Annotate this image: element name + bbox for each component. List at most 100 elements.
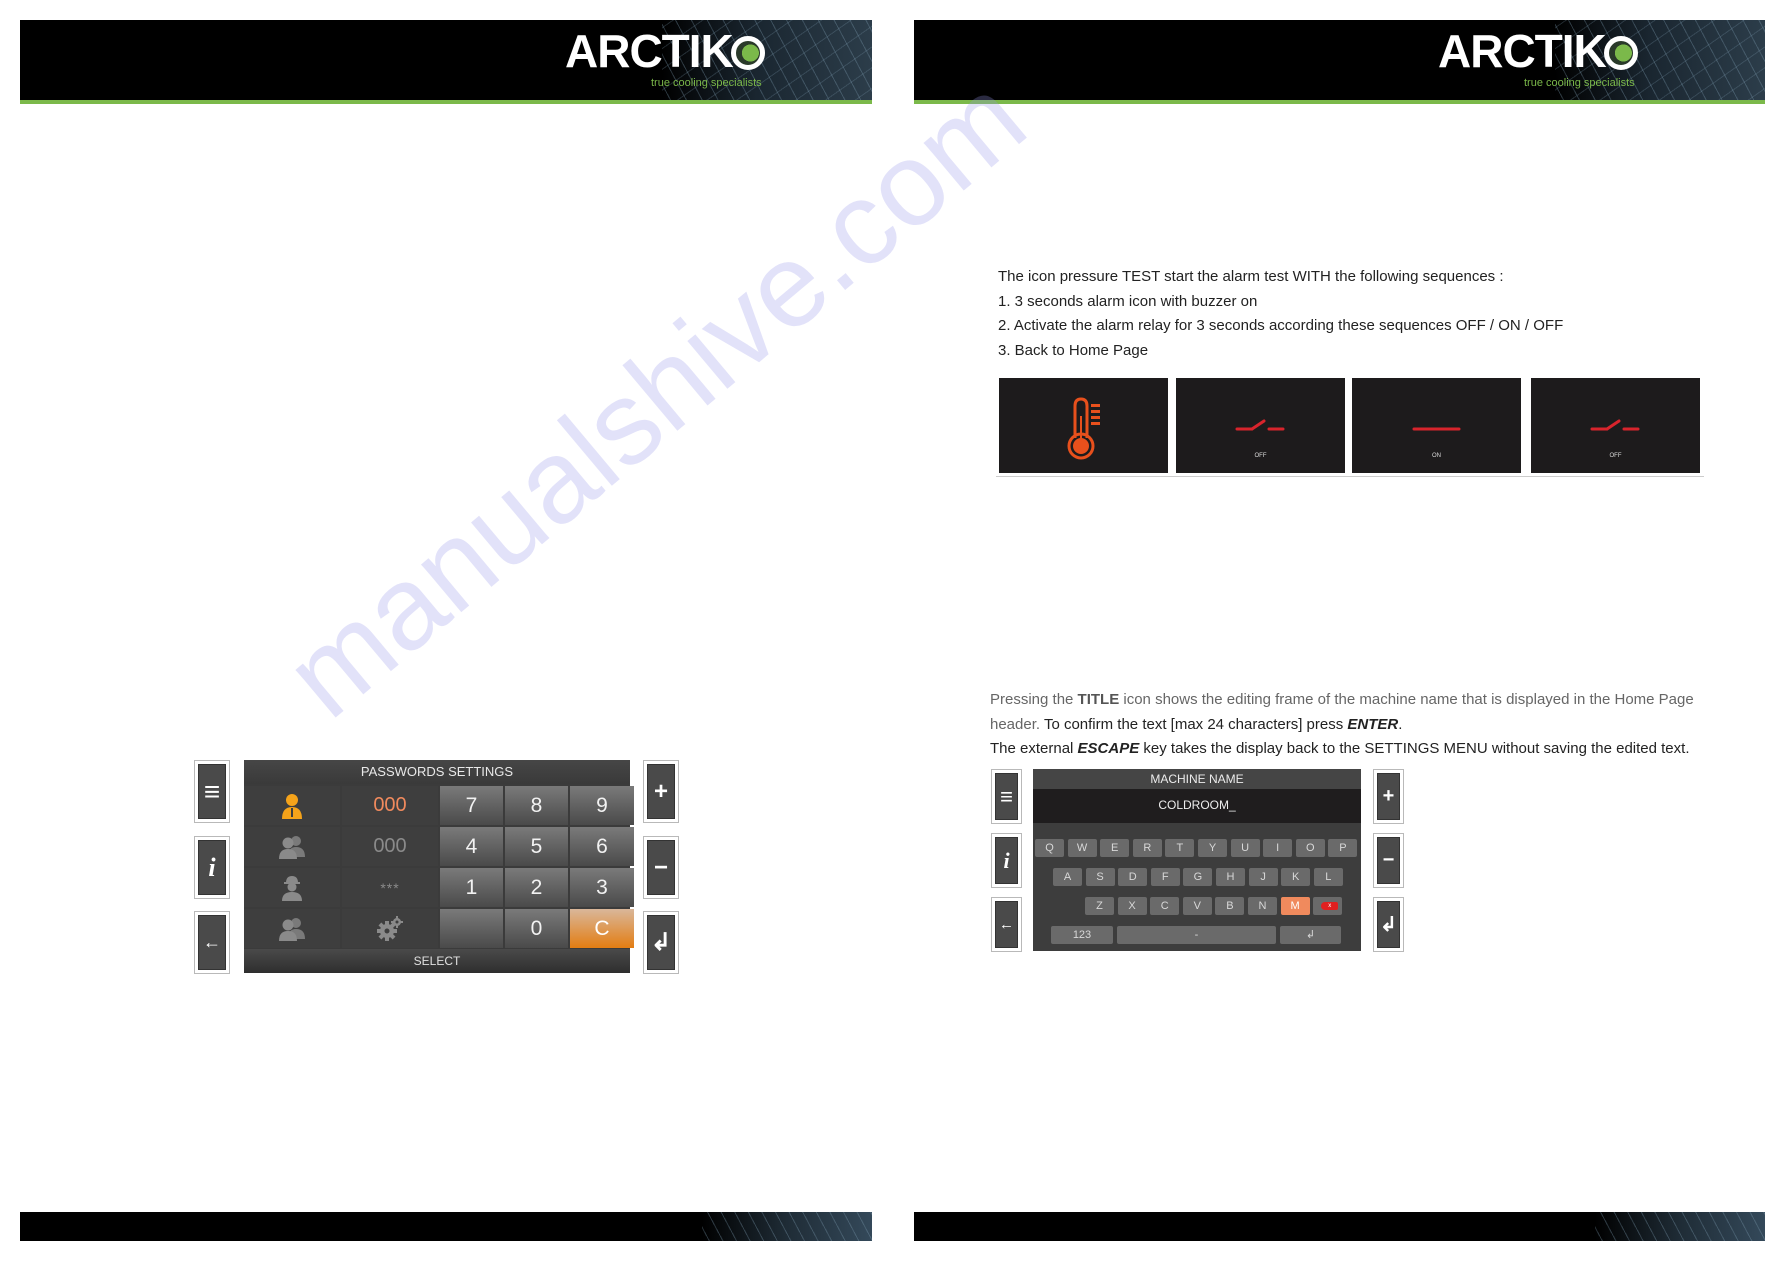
text-span: To confirm the text [max 24 characters] … [1040, 715, 1348, 733]
machine-name-input[interactable]: COLDROOM_ [1033, 789, 1361, 823]
text-span: header. [990, 715, 1041, 733]
key-h[interactable]: H [1216, 868, 1245, 886]
plus-button[interactable]: + [1373, 769, 1404, 824]
key-c[interactable]: C [1150, 897, 1180, 915]
page-footer [914, 1212, 1765, 1241]
alarm-test-text: The icon pressure TEST start the alarm t… [998, 265, 1563, 363]
key-clear[interactable]: C [570, 909, 634, 948]
plus-button[interactable]: + [643, 760, 679, 823]
backspace-key[interactable]: x [1313, 897, 1343, 915]
key-i[interactable]: I [1263, 839, 1293, 857]
users-icon [279, 917, 305, 941]
key-g[interactable]: G [1183, 868, 1213, 886]
key-f[interactable]: F [1150, 868, 1180, 886]
menu-button[interactable]: ≡ [991, 769, 1022, 824]
info-icon: i [995, 837, 1018, 884]
key-1[interactable]: 1 [440, 868, 503, 907]
key-v[interactable]: V [1182, 897, 1212, 915]
passwords-grid: 000 7 8 9 000 4 5 6 *** 1 2 3 0 C [244, 786, 634, 948]
menu-button[interactable]: ≡ [194, 760, 230, 823]
relay-state-label: OFF [1609, 453, 1622, 459]
key-u[interactable]: U [1230, 839, 1260, 857]
enter-key[interactable]: ↲ [1280, 926, 1341, 944]
key-p[interactable]: P [1328, 839, 1358, 857]
globe-icon [1603, 36, 1638, 70]
key-z[interactable]: Z [1085, 897, 1114, 915]
password-code-3[interactable]: *** [342, 868, 438, 907]
brand-tagline: true cooling specialists [651, 77, 762, 89]
info-button[interactable]: i [991, 833, 1022, 888]
key-d[interactable]: D [1118, 868, 1148, 886]
key-0[interactable]: 0 [505, 909, 568, 948]
enter-button[interactable]: ↲ [1373, 897, 1404, 952]
key-s[interactable]: S [1085, 868, 1115, 886]
user-level-2[interactable] [244, 827, 340, 866]
brand-name: ARCTIK [1438, 25, 1607, 77]
numeric-mode-key[interactable]: 123 [1051, 926, 1113, 944]
text-span: key takes the display back to the SETTIN… [1139, 740, 1690, 757]
enter-button[interactable]: ↲ [643, 911, 679, 974]
key-3[interactable]: 3 [570, 868, 634, 907]
key-k[interactable]: K [1281, 868, 1311, 886]
alarm-image-relay-off-2: OFF [1531, 378, 1700, 473]
key-2[interactable]: 2 [505, 868, 568, 907]
key-w[interactable]: W [1067, 839, 1097, 857]
enter-icon: ↲ [1377, 901, 1400, 948]
title-edit-line-3: The external ESCAPE key takes the displa… [990, 737, 1694, 762]
password-code-1[interactable]: 000 [342, 786, 438, 825]
key-o[interactable]: O [1295, 839, 1325, 857]
alarm-step-3: 3. Back to Home Page [998, 341, 1149, 359]
select-button[interactable]: SELECT [244, 949, 630, 973]
key-6[interactable]: 6 [570, 827, 634, 866]
key-4[interactable]: 4 [440, 827, 503, 866]
key-e[interactable]: E [1100, 839, 1130, 857]
brand-tagline: true cooling specialists [1524, 77, 1635, 89]
key-blank[interactable] [440, 909, 503, 948]
key-l[interactable]: L [1313, 868, 1343, 886]
page-header: ARCTIK true cooling specialists [20, 20, 872, 104]
key-r[interactable]: R [1132, 839, 1162, 857]
globe-icon [730, 36, 765, 70]
user-level-1[interactable] [244, 786, 340, 825]
title-edit-line-2: header. To confirm the text [max 24 char… [990, 713, 1694, 738]
key-5[interactable]: 5 [505, 827, 568, 866]
key-7[interactable]: 7 [440, 786, 503, 825]
key-a[interactable]: A [1053, 868, 1082, 886]
plus-icon: + [1377, 773, 1400, 820]
key-b[interactable]: B [1215, 897, 1245, 915]
left-page: ARCTIK true cooling specialists ≡ i ← PA… [0, 0, 893, 1263]
brand-logo: ARCTIK true cooling specialists [1438, 25, 1638, 89]
back-button[interactable]: ← [991, 897, 1022, 952]
key-t[interactable]: T [1165, 839, 1195, 857]
frost-decoration [1595, 1212, 1765, 1241]
minus-icon: − [1377, 837, 1400, 884]
title-edit-text: Pressing the TITLE icon shows the editin… [990, 688, 1694, 762]
settings-cell[interactable] [342, 909, 438, 948]
key-9[interactable]: 9 [570, 786, 634, 825]
key-m[interactable]: M [1280, 897, 1310, 915]
password-code-2[interactable]: 000 [342, 827, 438, 866]
text-span: Pressing the [990, 691, 1078, 708]
key-y[interactable]: Y [1198, 839, 1227, 857]
key-8[interactable]: 8 [505, 786, 568, 825]
user-icon [282, 793, 302, 819]
user-level-3[interactable] [244, 868, 340, 907]
brand-logo: ARCTIK true cooling specialists [565, 28, 765, 89]
back-button[interactable]: ← [194, 911, 230, 974]
minus-button[interactable]: − [1373, 833, 1404, 888]
user-level-4[interactable] [244, 909, 340, 948]
minus-button[interactable]: − [643, 836, 679, 899]
key-x[interactable]: X [1117, 897, 1147, 915]
key-n[interactable]: N [1248, 897, 1277, 915]
right-page: ARCTIK true cooling specialists [893, 0, 1786, 1263]
alarm-step-1: 1. 3 seconds alarm icon with buzzer on [998, 292, 1258, 310]
relay-state-label: ON [1432, 453, 1441, 459]
info-icon: i [198, 840, 226, 895]
info-button[interactable]: i [194, 836, 230, 899]
key-j[interactable]: J [1248, 868, 1278, 886]
panel-title: PASSWORDS SETTINGS [244, 760, 630, 784]
enter-icon: ↲ [647, 915, 675, 970]
space-key[interactable]: - [1117, 926, 1276, 944]
key-q[interactable]: Q [1035, 839, 1064, 857]
page-footer [20, 1212, 872, 1241]
